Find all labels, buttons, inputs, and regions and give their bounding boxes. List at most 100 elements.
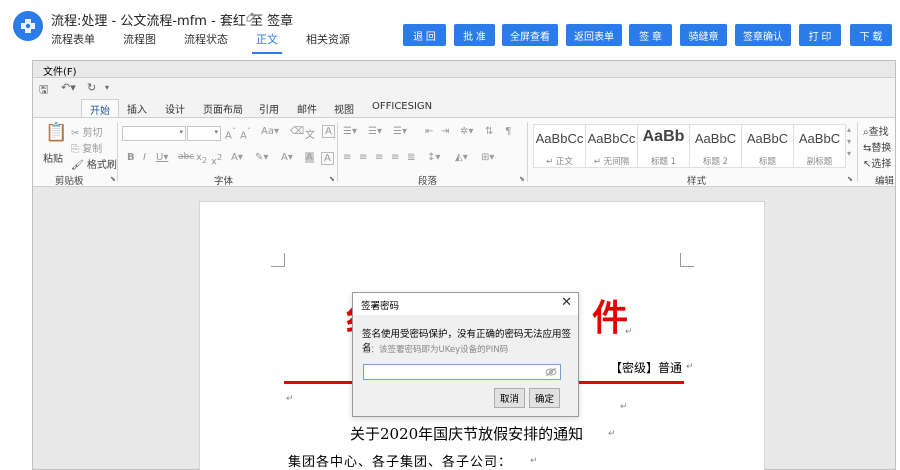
undo-icon[interactable]: ↶▾	[61, 81, 76, 94]
ribbon-tab-design[interactable]: 设计	[165, 101, 185, 116]
increase-indent-icon[interactable]: ⇥	[441, 126, 449, 137]
show-marks-icon[interactable]: ¶	[505, 126, 511, 137]
confirm-seal-button[interactable]: 签章确认	[735, 24, 791, 46]
save-icon[interactable]: 🖫	[39, 81, 48, 100]
numbering-icon[interactable]: ☰▾	[368, 126, 382, 137]
chinese-layout-icon[interactable]: ✲▾	[460, 126, 473, 137]
cancel-button[interactable]: 取消	[494, 388, 525, 408]
change-case-icon[interactable]: Aa▾	[261, 126, 279, 137]
paste-icon[interactable]: 📋	[45, 122, 67, 143]
file-menu[interactable]: 文件(F)	[43, 63, 77, 78]
tab-form[interactable]: 流程表单	[51, 34, 95, 54]
fullscreen-button[interactable]: 全屏查看	[502, 24, 558, 46]
paragraph-launcher-icon[interactable]: ⬊	[519, 175, 525, 183]
italic-icon[interactable]: I	[143, 152, 146, 163]
tag-edit-icon[interactable]	[245, 11, 257, 23]
shrink-font-icon[interactable]: Aˇ	[240, 126, 251, 141]
align-center-icon[interactable]: ≡	[359, 152, 367, 163]
paragraph-mark: ↵	[625, 327, 633, 337]
char-border-icon[interactable]: A	[321, 152, 334, 165]
style-subtitle[interactable]: AaBbC 副标题	[793, 124, 846, 168]
sign-seal-button[interactable]: 签 章	[629, 24, 672, 46]
subscript-icon[interactable]: x2	[196, 152, 207, 165]
secret-level: 【密级】普通	[610, 361, 683, 375]
editing-group-label: 编辑	[875, 176, 895, 187]
ribbon-tab-view[interactable]: 视图	[334, 101, 354, 116]
password-input[interactable]	[363, 364, 561, 380]
find-button[interactable]: ⌕查找	[863, 123, 889, 138]
ribbon-tab-references[interactable]: 引用	[259, 101, 279, 116]
seam-seal-button[interactable]: 骑缝章	[680, 24, 727, 46]
dialog-titlebar[interactable]: 签署密码 ✕	[353, 293, 578, 315]
dialog-title: 签署密码	[361, 301, 400, 312]
close-icon[interactable]: ✕	[561, 295, 572, 310]
ribbon-tab-insert[interactable]: 插入	[127, 101, 147, 116]
font-size-select[interactable]: ▾	[187, 126, 221, 141]
bold-icon[interactable]: B	[127, 152, 135, 163]
decrease-indent-icon[interactable]: ⇤	[425, 126, 433, 137]
group-separator	[527, 122, 528, 182]
text-effects-icon[interactable]: A▾	[231, 152, 243, 163]
font-color-icon[interactable]: A▾	[281, 152, 293, 163]
download-button[interactable]: 下 载	[850, 24, 892, 46]
sort-icon[interactable]: ⇅	[485, 126, 493, 137]
underline-icon[interactable]: U▾	[156, 152, 168, 163]
format-painter-button[interactable]: 🖌 格式刷	[71, 156, 117, 171]
shading-icon[interactable]: ◭▾	[455, 152, 468, 163]
styles-launcher-icon[interactable]: ⬊	[847, 175, 853, 183]
strikethrough-icon[interactable]: abc	[178, 152, 194, 162]
highlight-icon[interactable]: ✎▾	[255, 152, 268, 163]
cut-button[interactable]: ✂ 剪切	[71, 124, 103, 139]
chevron-down-icon: ▾	[214, 128, 218, 136]
superscript-icon[interactable]: x2	[211, 152, 222, 167]
replace-button[interactable]: ⇆替换	[863, 139, 891, 154]
styles-group-label: 样式	[687, 176, 707, 187]
ribbon-tab-home[interactable]: 开始	[81, 99, 119, 118]
font-group-label: 字体	[214, 176, 234, 187]
redo-icon[interactable]: ↻	[87, 81, 96, 94]
approve-button[interactable]: 批 准	[454, 24, 495, 46]
clipboard-launcher-icon[interactable]: ⬊	[110, 175, 116, 183]
line-spacing-icon[interactable]: ↕▾	[427, 152, 440, 163]
customize-qat-icon[interactable]: ▾	[105, 83, 109, 92]
ribbon-tab-layout[interactable]: 页面布局	[203, 101, 243, 116]
signature-password-dialog: 签署密码 ✕ 签名使用受密码保护，没有正确的密码无法应用签名 注：该签署密码即为…	[352, 292, 579, 417]
style-title[interactable]: AaBbC 标题	[741, 124, 794, 168]
tab-related-resources[interactable]: 相关资源	[306, 34, 350, 54]
margin-corner-mark	[271, 253, 285, 267]
align-right-icon[interactable]: ≡	[375, 152, 383, 163]
style-heading-1[interactable]: AaBb 标题 1	[637, 124, 690, 168]
enclose-char-icon[interactable]: A	[322, 125, 335, 138]
font-launcher-icon[interactable]: ⬊	[329, 175, 335, 183]
ok-button[interactable]: 确定	[529, 388, 560, 408]
quick-access-toolbar: 🖫 ↶▾ ↻ ▾	[33, 78, 895, 100]
phonetic-guide-icon[interactable]: 文	[305, 126, 315, 141]
style-no-spacing[interactable]: AaBbCc ↵ 无间隔	[585, 124, 638, 168]
ribbon-tab-officesign[interactable]: OFFICESIGN	[372, 101, 432, 112]
justify-icon[interactable]: ≡	[391, 152, 399, 163]
paste-button[interactable]: 粘贴	[43, 150, 63, 165]
style-heading-2[interactable]: AaBbC 标题 2	[689, 124, 742, 168]
hidden-eye-icon[interactable]	[545, 367, 557, 377]
align-left-icon[interactable]: ≡	[343, 152, 351, 163]
return-button[interactable]: 退 回	[403, 24, 446, 46]
ribbon-tab-mailings[interactable]: 邮件	[297, 101, 317, 116]
font-family-select[interactable]: ▾	[122, 126, 186, 141]
select-button[interactable]: ↖选择	[863, 155, 891, 170]
multilevel-list-icon[interactable]: ☰▾	[393, 126, 407, 137]
char-shading-icon[interactable]: A	[305, 152, 314, 163]
bullets-icon[interactable]: ☰▾	[343, 126, 357, 137]
styles-scroll-icon[interactable]: ▴ ▾ ▾	[847, 124, 851, 160]
print-button[interactable]: 打 印	[799, 24, 841, 46]
distribute-icon[interactable]: ≣	[407, 152, 415, 163]
copy-button[interactable]: ⎘ 复制	[71, 140, 102, 155]
clear-format-icon[interactable]: ⌫	[290, 126, 304, 137]
grow-font-icon[interactable]: Aˆ	[225, 126, 236, 141]
style-normal[interactable]: AaBbCc ↵ 正文	[533, 124, 586, 168]
tab-body-text[interactable]: 正文	[252, 34, 282, 54]
back-to-form-button[interactable]: 返回表单	[566, 24, 622, 46]
borders-icon[interactable]: ⊞▾	[481, 152, 494, 163]
app-header: 流程:处理 - 公文流程-mfm - 套红 至 签章 流程表单 流程图 流程状态…	[0, 0, 900, 60]
tab-flowchart[interactable]: 流程图	[123, 34, 156, 54]
tab-flow-status[interactable]: 流程状态	[184, 34, 228, 54]
